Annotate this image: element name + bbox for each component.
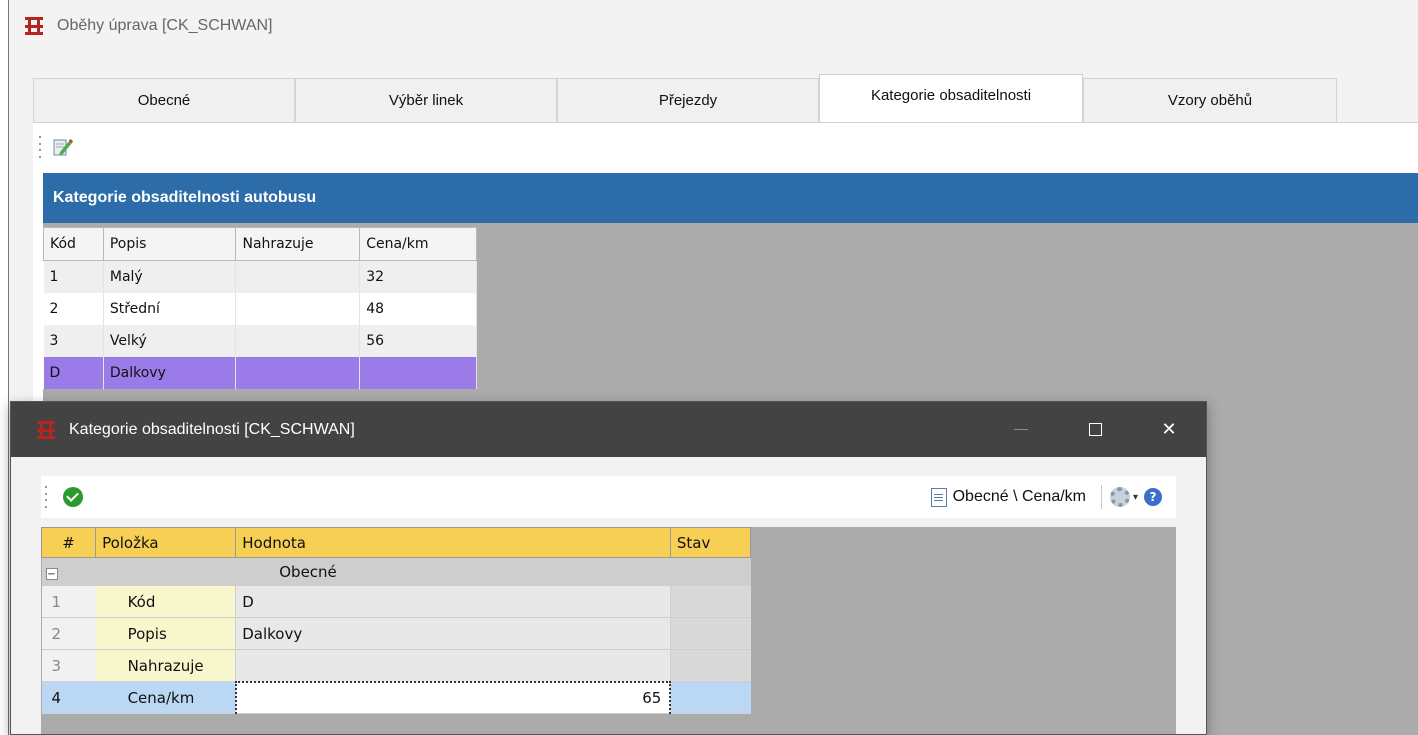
group-row[interactable]: − Obecné (41, 557, 751, 586)
col-hodnota[interactable]: Hodnota (235, 527, 671, 558)
table-row[interactable]: 2 Střední 48 (43, 292, 477, 325)
dialog-toolbar: Obecné \ Cena/km ▾ ? (41, 476, 1176, 518)
maximize-button[interactable] (1058, 402, 1132, 457)
cena-km-input[interactable]: 65 (234, 680, 672, 714)
document-icon (930, 487, 947, 507)
window-title: Oběhy úprava [CK_SCHWAN] (57, 17, 273, 34)
table-row[interactable]: 3 Velký 56 (43, 324, 477, 357)
property-grid: # Položka Hodnota Stav − Obecné 1 Kód D (40, 527, 752, 714)
app-icon (23, 15, 45, 37)
tab-kategorie-obsaditelnosti[interactable]: Kategorie obsaditelnosti (819, 74, 1083, 122)
help-icon[interactable]: ? (1144, 488, 1162, 506)
toolbar-grip[interactable] (45, 486, 49, 508)
tab-vzory-obehu[interactable]: Vzory oběhů (1083, 78, 1337, 122)
col-popis[interactable]: Popis (102, 227, 237, 261)
col-nahrazuje[interactable]: Nahrazuje (235, 227, 361, 261)
breadcrumb: Obecné \ Cena/km (930, 476, 1086, 518)
collapse-icon[interactable]: − (45, 568, 58, 580)
confirm-check-icon[interactable] (63, 487, 83, 507)
toolbar-right: ▾ ? (1093, 476, 1162, 518)
property-row[interactable]: 1 Kód D (41, 585, 751, 618)
property-dialog: Kategorie obsaditelnosti [CK_SCHWAN] ✕ O… (10, 401, 1207, 735)
tab-obecne[interactable]: Obecné (33, 78, 295, 122)
app-icon (37, 420, 55, 439)
dialog-titlebar[interactable]: Kategorie obsaditelnosti [CK_SCHWAN] ✕ (11, 402, 1206, 457)
tab-bar: Obecné Výběr linek Přejezdy Kategorie ob… (33, 74, 1418, 122)
col-polozka[interactable]: Položka (95, 527, 237, 558)
group-label: Obecné (95, 557, 751, 586)
table-row[interactable]: 1 Malý 32 (43, 260, 477, 293)
occupancy-grid: Kód Popis Nahrazuje Cena/km 1 Malý 32 2 (43, 227, 477, 389)
panel-header: Kategorie obsaditelnosti autobusu (43, 173, 1418, 223)
close-button[interactable]: ✕ (1132, 402, 1206, 457)
window-controls: ✕ (984, 402, 1206, 457)
property-row-selected[interactable]: 4 Cena/km 65 (41, 680, 751, 714)
minimize-icon (1014, 429, 1028, 430)
main-titlebar: Oběhy úprava [CK_SCHWAN] (9, 0, 1418, 52)
toolbar-separator (1100, 485, 1102, 509)
tab-vyber-linek[interactable]: Výběr linek (295, 78, 557, 122)
minimize-button[interactable] (984, 402, 1058, 457)
close-icon: ✕ (1161, 419, 1177, 440)
col-kod[interactable]: Kód (43, 227, 104, 261)
property-grid-area: # Položka Hodnota Stav − Obecné 1 Kód D (40, 527, 1176, 734)
breadcrumb-text: Obecné \ Cena/km (952, 488, 1086, 505)
property-row[interactable]: 3 Nahrazuje (41, 649, 751, 682)
dialog-title: Kategorie obsaditelnosti [CK_SCHWAN] (69, 420, 355, 438)
toolbar-grip[interactable] (39, 136, 43, 158)
table-row-selected[interactable]: D Dalkovy (43, 356, 477, 389)
col-cena[interactable]: Cena/km (359, 227, 477, 261)
property-row[interactable]: 2 Popis Dalkovy (41, 617, 751, 650)
edit-icon[interactable] (51, 136, 73, 158)
gear-icon[interactable] (1109, 487, 1130, 507)
maximize-icon (1088, 423, 1102, 436)
tab-prejezdy[interactable]: Přejezdy (557, 78, 819, 122)
col-stav[interactable]: Stav (669, 527, 752, 558)
toolbar (33, 123, 1418, 171)
col-number[interactable]: # (40, 527, 97, 558)
chevron-down-icon[interactable]: ▾ (1133, 492, 1138, 503)
